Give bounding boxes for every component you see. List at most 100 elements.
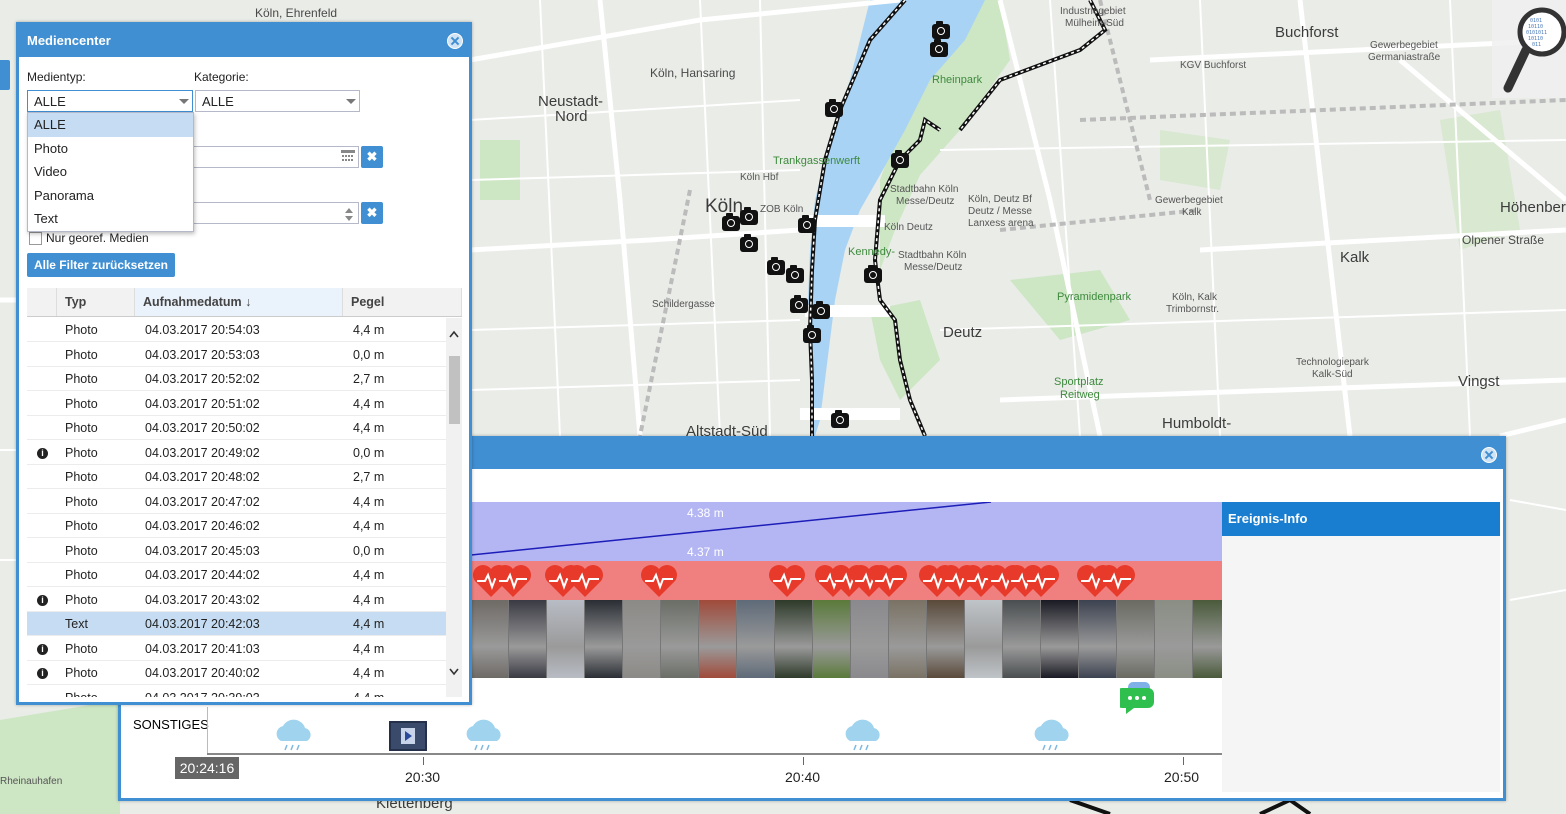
photo-thumbnail[interactable] <box>851 600 888 678</box>
spinner-icon[interactable] <box>344 206 354 222</box>
rain-cloud-icon[interactable] <box>1031 717 1071 751</box>
heart-rate-icon[interactable] <box>639 563 679 599</box>
camera-marker-icon[interactable] <box>740 234 758 252</box>
table-row[interactable]: Photo 04.03.2017 20:52:02 2,7 m <box>27 367 446 392</box>
heart-rate-icon[interactable] <box>869 563 909 599</box>
photo-thumbnail[interactable] <box>1079 600 1116 678</box>
clear-date-button[interactable]: ✖ <box>361 146 383 168</box>
camera-marker-icon[interactable] <box>930 39 948 57</box>
camera-marker-icon[interactable] <box>790 295 808 313</box>
heart-rate-icon[interactable] <box>565 563 605 599</box>
map-side-control[interactable] <box>0 60 10 90</box>
camera-marker-icon[interactable] <box>825 99 843 117</box>
photo-thumbnail[interactable] <box>585 600 622 678</box>
chat-bubble-icon[interactable] <box>1116 682 1154 714</box>
kategorie-select[interactable]: ALLE <box>195 90 360 112</box>
table-row[interactable]: Photo 04.03.2017 20:53:03 0,0 m <box>27 343 446 367</box>
close-icon[interactable] <box>1481 447 1497 463</box>
dropdown-option[interactable]: ALLE <box>28 113 193 137</box>
table-row[interactable]: i Photo 04.03.2017 20:49:02 0,0 m <box>27 441 446 465</box>
info-icon[interactable]: i <box>37 594 48 606</box>
mediacenter-title-bar[interactable]: Mediencenter <box>19 25 469 57</box>
photo-thumbnail[interactable] <box>547 600 584 678</box>
camera-marker-icon[interactable] <box>831 410 849 428</box>
photo-thumbnail[interactable] <box>1003 600 1040 678</box>
camera-marker-icon[interactable] <box>786 265 804 283</box>
photo-thumbnail[interactable] <box>775 600 812 678</box>
info-icon[interactable]: i <box>37 447 48 459</box>
column-header-typ[interactable]: Typ <box>57 288 135 316</box>
camera-marker-icon[interactable] <box>767 257 785 275</box>
table-row[interactable]: Photo 04.03.2017 20:45:03 0,0 m <box>27 539 446 563</box>
table-row[interactable]: Photo 04.03.2017 20:51:02 4,4 m <box>27 392 446 416</box>
photo-thumbnail[interactable] <box>737 600 774 678</box>
camera-marker-icon[interactable] <box>722 213 740 231</box>
table-row[interactable]: Photo 04.03.2017 20:47:02 4,4 m <box>27 490 446 514</box>
table-row[interactable]: i Photo 04.03.2017 20:40:02 4,4 m <box>27 661 446 686</box>
calendar-icon[interactable] <box>341 150 355 164</box>
photo-thumbnail[interactable] <box>471 600 508 678</box>
reset-filters-button[interactable]: Alle Filter zurücksetzen <box>27 253 175 277</box>
chevron-down-icon[interactable] <box>449 668 459 676</box>
current-time-badge[interactable]: 20:24:16 <box>175 757 239 779</box>
photo-thumbnail[interactable] <box>509 600 546 678</box>
table-row[interactable]: Text 04.03.2017 20:42:03 4,4 m <box>27 612 446 637</box>
info-icon[interactable]: i <box>37 668 48 679</box>
medientyp-select[interactable]: ALLE <box>27 90 193 112</box>
table-row[interactable]: i Photo 04.03.2017 20:41:03 4,4 m <box>27 637 446 661</box>
camera-marker-icon[interactable] <box>812 301 830 319</box>
rain-cloud-icon[interactable] <box>842 717 882 751</box>
table-row[interactable]: Photo 04.03.2017 20:39:03 4,4 m <box>27 686 446 698</box>
scrollbar-thumb[interactable] <box>449 356 460 424</box>
dropdown-option[interactable]: Text <box>28 207 193 231</box>
photo-thumbnail[interactable] <box>1155 600 1192 678</box>
rain-cloud-icon[interactable] <box>463 717 503 751</box>
chevron-down-icon[interactable] <box>174 91 192 111</box>
camera-marker-icon[interactable] <box>740 207 758 225</box>
map-label: Höhenberg <box>1500 199 1566 216</box>
camera-marker-icon[interactable] <box>864 265 882 283</box>
close-icon[interactable] <box>447 33 463 49</box>
heart-rate-icon[interactable] <box>1097 563 1137 599</box>
table-row[interactable]: Photo 04.03.2017 20:54:03 4,4 m <box>27 318 446 343</box>
camera-marker-icon[interactable] <box>932 21 950 39</box>
photo-thumbnail[interactable] <box>1193 600 1222 678</box>
info-icon[interactable]: i <box>37 643 48 655</box>
cell-datum: 04.03.2017 20:44:02 <box>145 568 260 582</box>
clear-number-button[interactable]: ✖ <box>361 202 383 224</box>
dropdown-option[interactable]: Photo <box>28 137 193 161</box>
chevron-down-icon[interactable] <box>341 91 359 111</box>
dropdown-option[interactable]: Video <box>28 160 193 184</box>
photo-thumbnail[interactable] <box>889 600 926 678</box>
photo-thumbnail[interactable] <box>699 600 736 678</box>
photo-thumbnail[interactable] <box>813 600 850 678</box>
photo-thumbnail[interactable] <box>965 600 1002 678</box>
map-label: Reitweg <box>1060 389 1100 401</box>
camera-marker-icon[interactable] <box>891 150 909 168</box>
photo-thumbnail[interactable] <box>1117 600 1154 678</box>
column-header-aufnahmedatum[interactable]: Aufnahmedatum ↓ <box>135 288 343 316</box>
camera-marker-icon[interactable] <box>803 325 821 343</box>
rain-cloud-icon[interactable] <box>273 717 313 751</box>
map-search-control[interactable]: 0101 10110 0101011 10110 011 <box>1492 0 1566 98</box>
camera-marker-icon[interactable] <box>798 215 816 233</box>
heart-rate-icon[interactable] <box>1021 563 1061 599</box>
table-row[interactable]: Photo 04.03.2017 20:48:02 2,7 m <box>27 465 446 490</box>
georef-checkbox[interactable] <box>29 232 42 245</box>
photo-thumbnail[interactable] <box>927 600 964 678</box>
video-marker-icon[interactable] <box>389 721 427 751</box>
photo-thumbnail[interactable] <box>1041 600 1078 678</box>
chevron-up-icon[interactable] <box>449 330 459 338</box>
table-row[interactable]: i Photo 04.03.2017 20:43:02 4,4 m <box>27 588 446 612</box>
grid-scrollbar[interactable] <box>446 318 462 697</box>
photo-thumbnail[interactable] <box>661 600 698 678</box>
table-row[interactable]: Photo 04.03.2017 20:46:02 4,4 m <box>27 514 446 539</box>
table-row[interactable]: Photo 04.03.2017 20:50:02 4,4 m <box>27 416 446 441</box>
photo-thumbnail[interactable] <box>623 600 660 678</box>
column-header-pegel[interactable]: Pegel <box>343 288 462 316</box>
table-row[interactable]: Photo 04.03.2017 20:44:02 4,4 m <box>27 563 446 588</box>
heart-rate-icon[interactable] <box>493 563 533 599</box>
heart-rate-icon[interactable] <box>767 563 807 599</box>
cell-typ: Photo <box>65 543 98 558</box>
dropdown-option[interactable]: Panorama <box>28 184 193 208</box>
